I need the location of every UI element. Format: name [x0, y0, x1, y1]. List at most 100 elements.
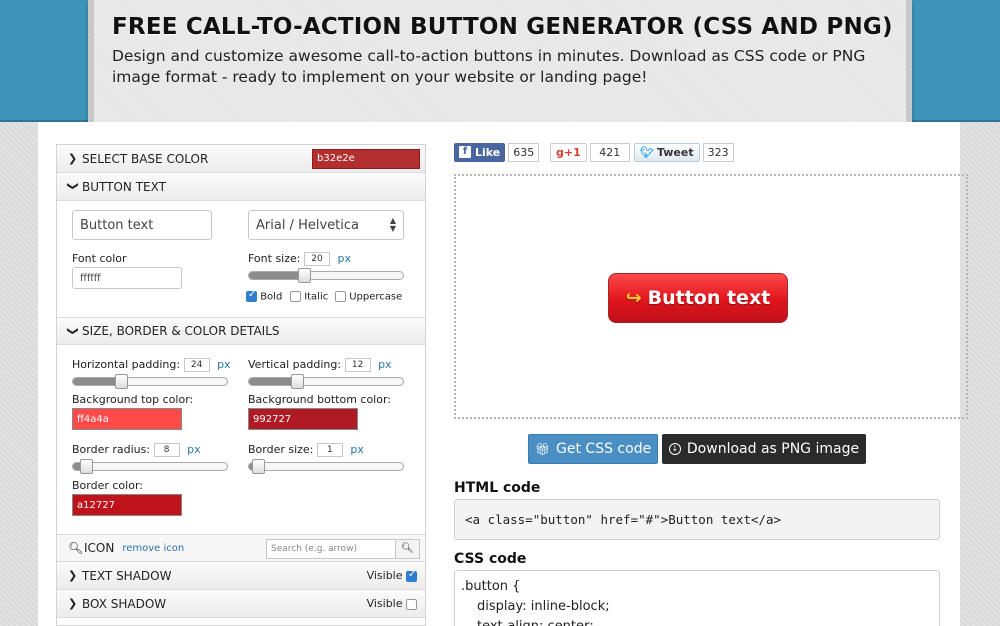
chevron-right-icon: ❯	[68, 569, 78, 582]
header-card: FREE CALL-TO-ACTION BUTTON GENERATOR (CS…	[88, 0, 912, 124]
css-code-heading: CSS code	[454, 551, 527, 567]
v-padding-label: Vertical padding:	[248, 358, 342, 371]
bold-label: Bold	[260, 291, 283, 303]
slider-handle[interactable]	[291, 374, 304, 389]
visible-label: Visible	[366, 569, 403, 582]
h-padding-input[interactable]: 24	[183, 358, 210, 372]
header-stripe-left	[0, 0, 92, 122]
radius-label: Border radius:	[72, 443, 151, 456]
bg-bottom-color-picker[interactable]: 992727	[248, 408, 358, 430]
font-family-value: Arial / Helvetica	[256, 217, 359, 233]
italic-checkbox[interactable]	[290, 291, 301, 302]
uppercase-checkbox[interactable]	[335, 291, 346, 302]
box-shadow-checkbox[interactable]	[406, 598, 417, 610]
border-size-label: Border size:	[248, 443, 314, 456]
facebook-icon: f	[459, 146, 471, 158]
border-color-picker[interactable]: a12727	[72, 494, 182, 516]
twitter-bird-icon: 🐦︎	[640, 145, 654, 159]
border-color-label: Border color:	[72, 479, 143, 492]
section-details[interactable]: ❯ SIZE, BORDER & COLOR DETAILS	[57, 317, 425, 345]
base-color-picker[interactable]: b32e2e	[312, 149, 420, 169]
chevron-down-icon: ❯	[66, 326, 80, 336]
slider-handle[interactable]	[115, 374, 128, 389]
font-family-select[interactable]: Arial / Helvetica ▲ ▼	[248, 210, 404, 240]
button-text-body: Button text Arial / Helvetica ▲ ▼ Font co…	[57, 201, 425, 317]
facebook-like[interactable]: f Like 635	[454, 142, 540, 162]
section-label: BUTTON TEXT	[82, 179, 166, 194]
tweet-button[interactable]: 🐦︎ Tweet	[634, 142, 700, 162]
chevron-down-icon: ❯	[66, 181, 80, 191]
css-code-box[interactable]: .button { display: inline-block; text-al…	[454, 570, 940, 626]
main-panel: ❯ SELECT BASE COLOR b32e2e ❯ BUTTON TEXT…	[38, 122, 968, 626]
gift-icon: 🎁︎	[534, 442, 551, 456]
bg-top-color-picker[interactable]: ff4a4a	[72, 408, 182, 430]
details-body: Horizontal padding: 24 px Vertical paddi…	[57, 345, 425, 534]
border-size-input[interactable]: 1	[316, 443, 343, 457]
preview-cta-button[interactable]: ↪︎ Button text	[608, 273, 788, 323]
css-code-line: display: inline-block;	[477, 599, 610, 614]
google-plus-button[interactable]: g +1	[550, 142, 587, 162]
facebook-like-button[interactable]: f Like	[454, 142, 506, 162]
px-unit: px	[350, 443, 364, 456]
v-padding-input[interactable]: 12	[344, 358, 371, 372]
v-padding-row: Vertical padding: 12 px	[248, 358, 392, 372]
slider-fill	[249, 272, 304, 279]
like-count: 635	[508, 142, 540, 162]
tweet-label: Tweet	[656, 145, 694, 159]
get-css-button[interactable]: 🎁︎ Get CSS code	[528, 434, 658, 464]
font-color-input[interactable]: ffffff	[72, 267, 182, 289]
border-size-row: Border size: 1 px	[248, 443, 364, 457]
section-label: ICON	[84, 541, 115, 555]
uppercase-option[interactable]: Uppercase	[335, 291, 402, 303]
box-shadow-visible[interactable]: Visible	[367, 597, 417, 610]
text-shadow-checkbox[interactable]	[406, 569, 417, 582]
download-png-label: Download as PNG image	[686, 441, 860, 457]
radius-input[interactable]: 8	[153, 443, 180, 457]
radius-slider[interactable]	[72, 459, 228, 474]
icon-search-input[interactable]: Search (e.g. arrow)	[266, 539, 396, 559]
button-text-input[interactable]: Button text	[72, 210, 212, 240]
font-size-input[interactable]: 20	[303, 252, 330, 266]
get-css-label: Get CSS code	[556, 441, 652, 457]
page-subtitle: Design and customize awesome call-to-act…	[112, 47, 866, 86]
preview-button-label: Button text	[647, 287, 771, 309]
slider-handle[interactable]	[298, 268, 311, 283]
twitter-tweet[interactable]: 🐦︎ Tweet 323	[634, 142, 734, 162]
font-size-slider[interactable]	[248, 268, 404, 283]
chevron-right-icon: ❯	[68, 597, 78, 610]
border-size-slider[interactable]	[248, 459, 404, 474]
bold-checkbox[interactable]	[246, 289, 257, 302]
download-icon: ↓	[668, 443, 681, 455]
slider-fill	[73, 378, 121, 385]
italic-option[interactable]: Italic	[290, 291, 328, 303]
font-color-label: Font color	[72, 252, 127, 265]
bg-top-label: Background top color:	[72, 393, 194, 406]
section-icon[interactable]: 🔍︎ ICON remove icon Search (e.g. arrow) …	[57, 534, 425, 562]
download-png-button[interactable]: ↓ Download as PNG image	[662, 434, 866, 464]
slider-handle[interactable]	[80, 459, 93, 474]
section-base-color[interactable]: ❯ SELECT BASE COLOR b32e2e	[57, 145, 425, 173]
italic-label: Italic	[304, 291, 329, 303]
remove-icon-link[interactable]: remove icon	[122, 543, 184, 554]
px-unit: px	[337, 252, 351, 265]
h-padding-slider[interactable]	[72, 374, 228, 389]
slider-handle[interactable]	[252, 459, 265, 474]
icon-search: Search (e.g. arrow) 🔍︎	[266, 539, 420, 559]
px-unit: px	[187, 443, 201, 456]
search-button[interactable]: 🔍︎	[396, 539, 420, 559]
text-shadow-visible[interactable]: Visible	[367, 569, 417, 582]
uppercase-label: Uppercase	[349, 291, 403, 303]
section-label: BOX SHADOW	[82, 596, 167, 611]
google-plus[interactable]: g +1 421	[550, 142, 630, 162]
chevron-right-icon: ❯	[68, 152, 78, 165]
section-box-shadow[interactable]: ❯ BOX SHADOW Visible	[57, 590, 425, 618]
bold-option[interactable]: Bold	[246, 289, 283, 303]
section-button-text[interactable]: ❯ BUTTON TEXT	[57, 173, 425, 201]
html-code-heading: HTML code	[454, 480, 541, 496]
px-unit: px	[217, 358, 231, 371]
button-preview-area: ↪︎ Button text	[454, 174, 968, 419]
html-code-box[interactable]: <a class="button" href="#">Button text</…	[454, 499, 940, 540]
v-padding-slider[interactable]	[248, 374, 404, 389]
px-unit: px	[378, 358, 392, 371]
section-text-shadow[interactable]: ❯ TEXT SHADOW Visible	[57, 562, 425, 590]
